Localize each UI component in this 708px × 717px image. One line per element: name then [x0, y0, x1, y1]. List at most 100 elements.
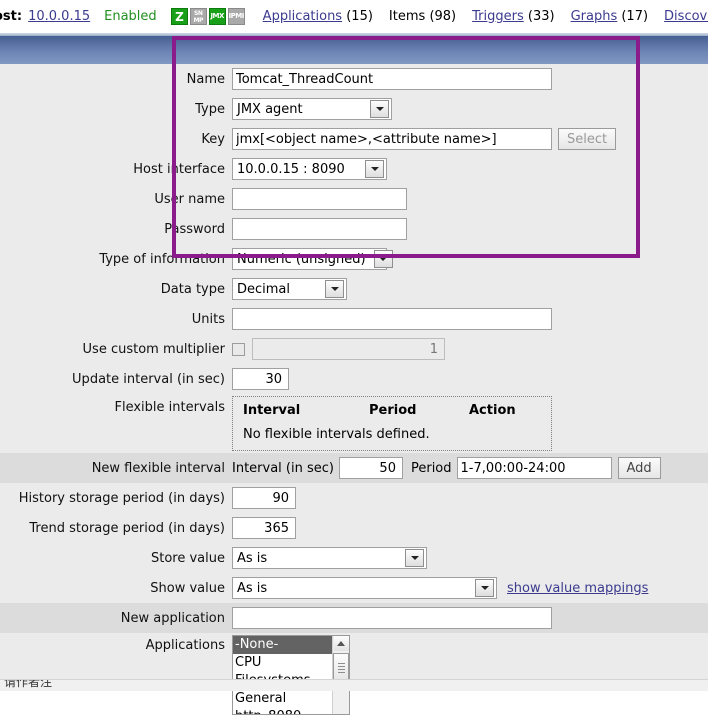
- applications-options: -None- CPU Filesystems General http_8080: [233, 636, 332, 714]
- nav-triggers-count: (33): [527, 9, 555, 24]
- nav-graphs[interactable]: Graphs (17): [571, 9, 648, 24]
- units-input[interactable]: [232, 308, 552, 330]
- new-application-input[interactable]: [232, 607, 552, 629]
- nav-applications[interactable]: Applications (15): [263, 9, 373, 24]
- trend-storage-label: Trend storage period (in days): [29, 520, 225, 536]
- type-of-information-select[interactable]: Numeric (unsigned): [232, 248, 393, 270]
- show-value-select[interactable]: As is: [232, 577, 497, 599]
- host-interface-select[interactable]: 10.0.0.15 : 8090: [232, 158, 387, 180]
- nav-triggers[interactable]: Triggers (33): [472, 9, 554, 24]
- availability-icons: Z SN MP JMX IPMI: [170, 8, 245, 25]
- list-item[interactable]: -None-: [233, 636, 332, 654]
- chevron-down-icon: [365, 160, 384, 178]
- update-interval-label: Update interval (in sec): [72, 371, 225, 387]
- data-type-select-value: Decimal: [237, 281, 291, 297]
- name-label: Name: [186, 71, 225, 87]
- store-value-select-value: As is: [237, 550, 268, 566]
- ipmi-availability-icon[interactable]: IPMI: [227, 8, 245, 25]
- row-data-type: Data type Decimal: [0, 274, 708, 304]
- nav-applications-link[interactable]: Applications: [263, 9, 342, 24]
- scroll-up-icon[interactable]: [333, 636, 349, 651]
- zabbix-agent-availability-icon[interactable]: Z: [170, 8, 188, 25]
- list-item[interactable]: http_8080: [233, 708, 332, 714]
- nav-discovery-rules[interactable]: Discovery ru: [664, 9, 708, 24]
- type-of-information-label: Type of information: [99, 251, 225, 267]
- nav-discovery-rules-link[interactable]: Discovery ru: [664, 9, 708, 24]
- history-storage-input[interactable]: [232, 487, 296, 509]
- new-flexible-interval-period-input[interactable]: [456, 457, 612, 479]
- row-custom-multiplier: Use custom multiplier: [0, 334, 708, 364]
- key-label: Key: [201, 131, 225, 147]
- chevron-down-icon: [370, 100, 389, 118]
- row-store-value: Store value As is: [0, 543, 708, 573]
- bottom-clipped-label: 请作者注: [4, 679, 53, 689]
- type-select-value: JMX agent: [237, 101, 303, 117]
- nav-items-label: Items: [388, 9, 426, 24]
- row-new-application: New application: [0, 603, 708, 633]
- password-input[interactable]: [232, 218, 407, 240]
- row-flexible-intervals: Flexible intervals Interval Period Actio…: [0, 394, 708, 453]
- nav-items-count: (98): [429, 9, 457, 24]
- applications-scrollbar[interactable]: [332, 636, 349, 714]
- type-of-information-select-value: Numeric (unsigned): [237, 251, 366, 267]
- row-units: Units: [0, 304, 708, 334]
- host-status-text: Enabled: [104, 9, 157, 24]
- host-name-link[interactable]: 10.0.0.15: [28, 9, 90, 24]
- data-type-label: Data type: [160, 281, 225, 297]
- row-type-of-information: Type of information Numeric (unsigned): [0, 244, 708, 274]
- flexible-intervals-label: Flexible intervals: [114, 400, 226, 415]
- nav-items[interactable]: Items (98): [389, 9, 456, 24]
- row-type: Type JMX agent: [0, 94, 708, 124]
- jmx-availability-icon[interactable]: JMX: [208, 8, 226, 25]
- applications-listbox[interactable]: -None- CPU Filesystems General http_8080: [232, 635, 350, 715]
- form-title-band: [0, 36, 708, 64]
- show-value-select-value: As is: [237, 580, 268, 596]
- new-flexible-interval-interval-label: Interval (in sec): [232, 460, 334, 476]
- chevron-down-icon: [325, 280, 344, 298]
- host-header-bar: ost: 10.0.0.15 Enabled Z SNMP JMX IPMI A…: [0, 0, 708, 33]
- type-select[interactable]: JMX agent: [232, 98, 392, 120]
- password-label: Password: [164, 221, 225, 237]
- nav-graphs-link[interactable]: Graphs: [571, 9, 618, 24]
- flexible-intervals-col-period: Period: [369, 403, 417, 418]
- row-history-storage: History storage period (in days): [0, 483, 708, 513]
- snmp-availability-icon[interactable]: SN MP: [189, 8, 207, 25]
- trend-storage-input[interactable]: [232, 517, 296, 539]
- history-storage-label: History storage period (in days): [18, 490, 225, 506]
- store-value-label: Store value: [150, 550, 225, 566]
- custom-multiplier-input[interactable]: [252, 338, 445, 360]
- new-flexible-interval-label: New flexible interval: [91, 460, 225, 476]
- type-label: Type: [195, 101, 225, 117]
- new-application-label: New application: [120, 610, 225, 626]
- flexible-intervals-col-interval: Interval: [243, 403, 301, 418]
- host-label: ost:: [0, 9, 23, 24]
- show-value-mappings-link[interactable]: show value mappings: [507, 581, 648, 596]
- row-key: Key Select: [0, 124, 708, 154]
- row-applications: Applications -None- CPU Filesystems Gene…: [0, 633, 708, 717]
- flexible-intervals-table: Interval Period Action No flexible inter…: [232, 396, 552, 451]
- user-name-label: User name: [154, 191, 225, 207]
- flexible-intervals-header-row: Interval Period Action: [243, 403, 541, 418]
- name-input[interactable]: [232, 68, 552, 90]
- row-host-interface: Host interface 10.0.0.15 : 8090: [0, 154, 708, 184]
- user-name-input[interactable]: [232, 188, 407, 210]
- update-interval-input[interactable]: [232, 368, 289, 390]
- data-type-select[interactable]: Decimal: [232, 278, 347, 300]
- custom-multiplier-checkbox[interactable]: [232, 342, 245, 356]
- applications-label: Applications: [145, 638, 225, 653]
- store-value-select[interactable]: As is: [232, 547, 427, 569]
- list-item[interactable]: CPU: [233, 654, 332, 672]
- page-bottom-clipped-text: 请作者注: [0, 679, 708, 691]
- flexible-intervals-col-action: Action: [469, 403, 516, 418]
- new-flexible-interval-interval-input[interactable]: [338, 457, 403, 479]
- nav-triggers-link[interactable]: Triggers: [472, 9, 524, 24]
- new-flexible-interval-add-button[interactable]: Add: [617, 457, 661, 479]
- nav-applications-count: (15): [346, 9, 373, 24]
- key-input[interactable]: [232, 128, 552, 150]
- list-item[interactable]: General: [233, 690, 332, 708]
- key-select-button[interactable]: Select: [558, 128, 617, 150]
- row-user-name: User name: [0, 184, 708, 214]
- host-interface-select-value: 10.0.0.15 : 8090: [237, 161, 345, 177]
- chevron-down-icon: [373, 250, 393, 268]
- host-interface-label: Host interface: [133, 161, 225, 177]
